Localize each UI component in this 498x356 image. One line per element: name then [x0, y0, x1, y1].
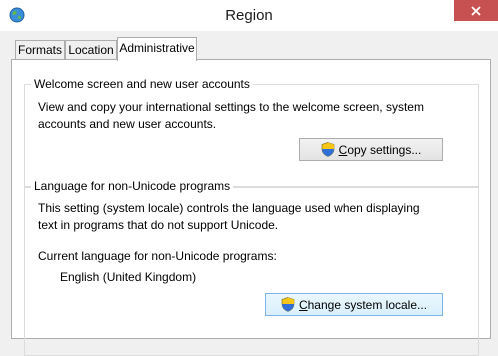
copy-settings-label: Copy settings...	[338, 142, 422, 157]
tab-strip: Formats Location Administrative	[0, 37, 498, 61]
locale-description-line1: This setting (system locale) controls th…	[38, 201, 420, 215]
title-bar: Region	[0, 0, 498, 31]
welcome-description-line2: accounts and new user accounts.	[38, 117, 217, 131]
current-language-value: English (United Kingdom)	[60, 270, 197, 284]
uac-shield-icon	[281, 297, 295, 312]
copy-settings-button[interactable]: Copy settings...	[299, 138, 443, 161]
window-title: Region	[225, 7, 273, 24]
non-unicode-group-title: Language for non-Unicode programs	[31, 179, 234, 194]
welcome-screen-group: Welcome screen and new user accounts Vie…	[24, 77, 479, 188]
tab-formats[interactable]: Formats	[15, 40, 65, 59]
tab-location[interactable]: Location	[65, 40, 117, 59]
tab-administrative[interactable]: Administrative	[117, 37, 197, 61]
uac-shield-icon	[321, 142, 334, 157]
administrative-panel: Welcome screen and new user accounts Vie…	[11, 59, 491, 356]
close-button[interactable]	[454, 0, 498, 21]
change-system-locale-button[interactable]: Change system locale...	[265, 293, 443, 316]
close-icon	[471, 5, 481, 16]
welcome-screen-group-title: Welcome screen and new user accounts	[31, 77, 253, 92]
current-language-label: Current language for non-Unicode program…	[38, 249, 277, 263]
welcome-description-line1: View and copy your international setting…	[38, 100, 424, 114]
locale-description-line2: text in programs that do not support Uni…	[38, 218, 279, 232]
non-unicode-group: Language for non-Unicode programs This s…	[24, 179, 479, 356]
change-system-locale-label: Change system locale...	[298, 297, 428, 312]
